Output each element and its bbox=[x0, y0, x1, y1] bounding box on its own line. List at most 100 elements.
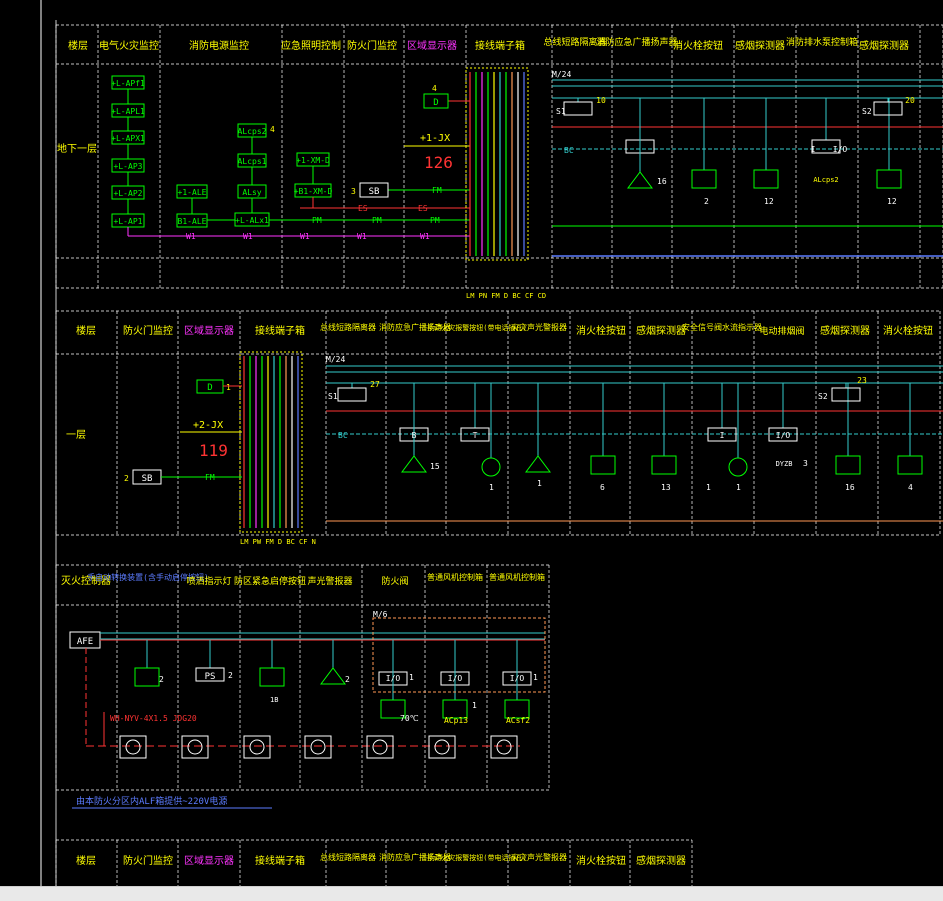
device-symbol bbox=[627, 171, 653, 189]
s4-hdr: 感烟探测器 bbox=[636, 854, 686, 867]
s1-bottom-labels: LM PN FM D BC CF CD bbox=[466, 292, 546, 300]
s1-floor-label: 地下一层 bbox=[57, 142, 97, 155]
s1-count: 2 bbox=[704, 197, 709, 206]
s3-count: 1 bbox=[472, 701, 477, 710]
module-symbol bbox=[337, 387, 367, 402]
s3-cable: WH-NYV-4X1.5 JDG20 bbox=[110, 714, 197, 723]
s1-hdr-power-monitor: 消防电源监控 bbox=[189, 39, 249, 52]
s1-jx-label: +1-JX bbox=[420, 133, 450, 144]
s1-device-label: +L-APL1 bbox=[111, 107, 145, 116]
s1-hdr-floor: 楼层 bbox=[68, 39, 88, 52]
s2-bottom-labels: LM PW FM D BC CF N bbox=[240, 538, 316, 546]
s3-hdr-stop: 防区紧急启停按钮 bbox=[234, 575, 306, 587]
s1-io-alcps: ALcps2 bbox=[813, 176, 838, 184]
s1-hdr-speaker: 消防应急广播扬声器 bbox=[596, 36, 677, 48]
s2-count: 1 bbox=[736, 483, 741, 492]
s2-bus-s1: S1 bbox=[328, 392, 338, 401]
s2-bus-s2: S2 bbox=[818, 392, 828, 401]
s1-hdr-emergency-light: 应急照明控制 bbox=[281, 39, 341, 52]
s3-note: 由本防火分区内ALF箱提供~220V电源 bbox=[76, 795, 227, 807]
s2-count: 1 bbox=[489, 483, 494, 492]
s1-door-a: +1-XM-D bbox=[296, 156, 330, 165]
module-symbol bbox=[831, 387, 861, 402]
s4-hdr: 防火门监控 bbox=[123, 854, 173, 867]
device-symbol bbox=[835, 455, 861, 475]
section-next-floor: 楼层 防火门监控 区域显示器 接线端子箱 总线短路隔离器 消防应急广播扬声器 手… bbox=[55, 839, 693, 886]
s1-hdr-terminal-box: 接线端子箱 bbox=[475, 39, 525, 52]
s1-power-boxes bbox=[176, 123, 332, 228]
s2-bus-bc: BC bbox=[338, 431, 348, 440]
s3-sub-70: 70℃ bbox=[400, 714, 419, 723]
s3-mod-ps: PS bbox=[205, 672, 216, 682]
nozzle-circle bbox=[434, 739, 450, 755]
device-symbol bbox=[728, 457, 748, 477]
s1-w1: W1 bbox=[243, 232, 253, 241]
s2-count: 6 bbox=[600, 483, 605, 492]
s3-hdr-lamp: 喷洒指示灯 bbox=[186, 575, 231, 587]
s2-hdr-smoke2: 感烟探测器 bbox=[820, 324, 870, 337]
s1-d-num: 4 bbox=[432, 84, 437, 93]
s2-count: 3 bbox=[803, 459, 808, 468]
s2-hdr-iso: 总线短路隔离器 bbox=[320, 322, 376, 332]
s1-count: 12 bbox=[887, 197, 897, 206]
s4-hdr: 火灾声光警报器 bbox=[511, 852, 567, 862]
s2-hdr-smoke: 感烟探测器 bbox=[636, 324, 686, 337]
s2-count: 16 bbox=[845, 483, 855, 492]
s1-hdr-smoke: 感烟探测器 bbox=[735, 39, 785, 52]
nozzle-circle bbox=[125, 739, 141, 755]
s4-hdr: 区域显示器 bbox=[184, 854, 234, 867]
s2-mod-i: I bbox=[720, 431, 725, 440]
s2-field-bus bbox=[326, 365, 943, 522]
s1-es: ES bbox=[418, 204, 428, 213]
s2-sb-label: SB bbox=[142, 474, 153, 484]
s1-io-i: I bbox=[811, 145, 816, 154]
s4-hdr: 消火栓按钮 bbox=[576, 854, 626, 867]
s1-hdr-pump: 消防排水泵控制箱 bbox=[786, 36, 858, 48]
nozzle-box bbox=[119, 735, 147, 759]
cad-drawing-canvas[interactable]: 楼层 电气火灾监控 消防电源监控 应急照明控制 防火门监控 区域显示器 接线端子… bbox=[0, 0, 943, 886]
device-symbol bbox=[876, 169, 902, 189]
s2-d-num: 1 bbox=[226, 383, 231, 392]
s1-fm: FM bbox=[432, 186, 442, 195]
s2-floor-label: 一层 bbox=[66, 429, 86, 441]
s1-power-left1: +1-ALE bbox=[178, 188, 207, 197]
s2-hdr-damper: 电动排烟阀 bbox=[759, 325, 804, 337]
s1-emergency-a: ALsy bbox=[242, 188, 261, 197]
s1-device-label: +L-APf1 bbox=[111, 79, 145, 88]
s2-mod-dyzb: DYZB bbox=[776, 460, 793, 468]
s2-count: 13 bbox=[661, 483, 671, 492]
s2-count: 15 bbox=[430, 462, 440, 471]
device-symbol bbox=[897, 455, 923, 475]
s2-hdr-valve: 安全信号阀水流指示器 bbox=[682, 322, 762, 332]
s1-sb-num: 3 bbox=[351, 187, 356, 196]
s1-w1: W1 bbox=[300, 232, 310, 241]
s1-bus-s2: S2 bbox=[862, 107, 872, 116]
s4-hdr: 总线短路隔离器 bbox=[320, 852, 376, 862]
s2-hdr-door: 防火门监控 bbox=[123, 324, 173, 337]
s1-device-label: +L-AP2 bbox=[114, 189, 143, 198]
s2-count: 1 bbox=[706, 483, 711, 492]
s1-bus-bc: BC bbox=[564, 146, 574, 155]
device-symbol bbox=[691, 169, 717, 189]
s1-d-label: D bbox=[433, 98, 438, 108]
s3-hdr-alarm: 声光警报器 bbox=[307, 575, 352, 587]
nozzle-circle bbox=[249, 739, 265, 755]
s1-hdr-fire-door: 防火门监控 bbox=[347, 39, 397, 52]
s1-hdr-smoke2: 感烟探测器 bbox=[859, 39, 909, 52]
s1-power-num: 4 bbox=[270, 125, 275, 134]
s1-device-label: +L-AP3 bbox=[114, 162, 143, 171]
s1-bus-m24: M/24 bbox=[552, 70, 571, 79]
s1-jx-count: 126 bbox=[424, 153, 453, 172]
section3-grid bbox=[55, 564, 550, 791]
nozzle-circle bbox=[310, 739, 326, 755]
device-symbol bbox=[753, 169, 779, 189]
device-symbol bbox=[481, 457, 501, 477]
s2-d-label: D bbox=[207, 383, 212, 393]
device-symbol bbox=[525, 455, 551, 473]
s2-terminal-box bbox=[239, 351, 303, 533]
nozzle-circle bbox=[496, 739, 512, 755]
s2-hdr-zone: 区域显示器 bbox=[184, 324, 234, 337]
device-symbol bbox=[401, 455, 427, 473]
s2-mod-b: B bbox=[412, 431, 417, 440]
s1-count: 12 bbox=[764, 197, 774, 206]
